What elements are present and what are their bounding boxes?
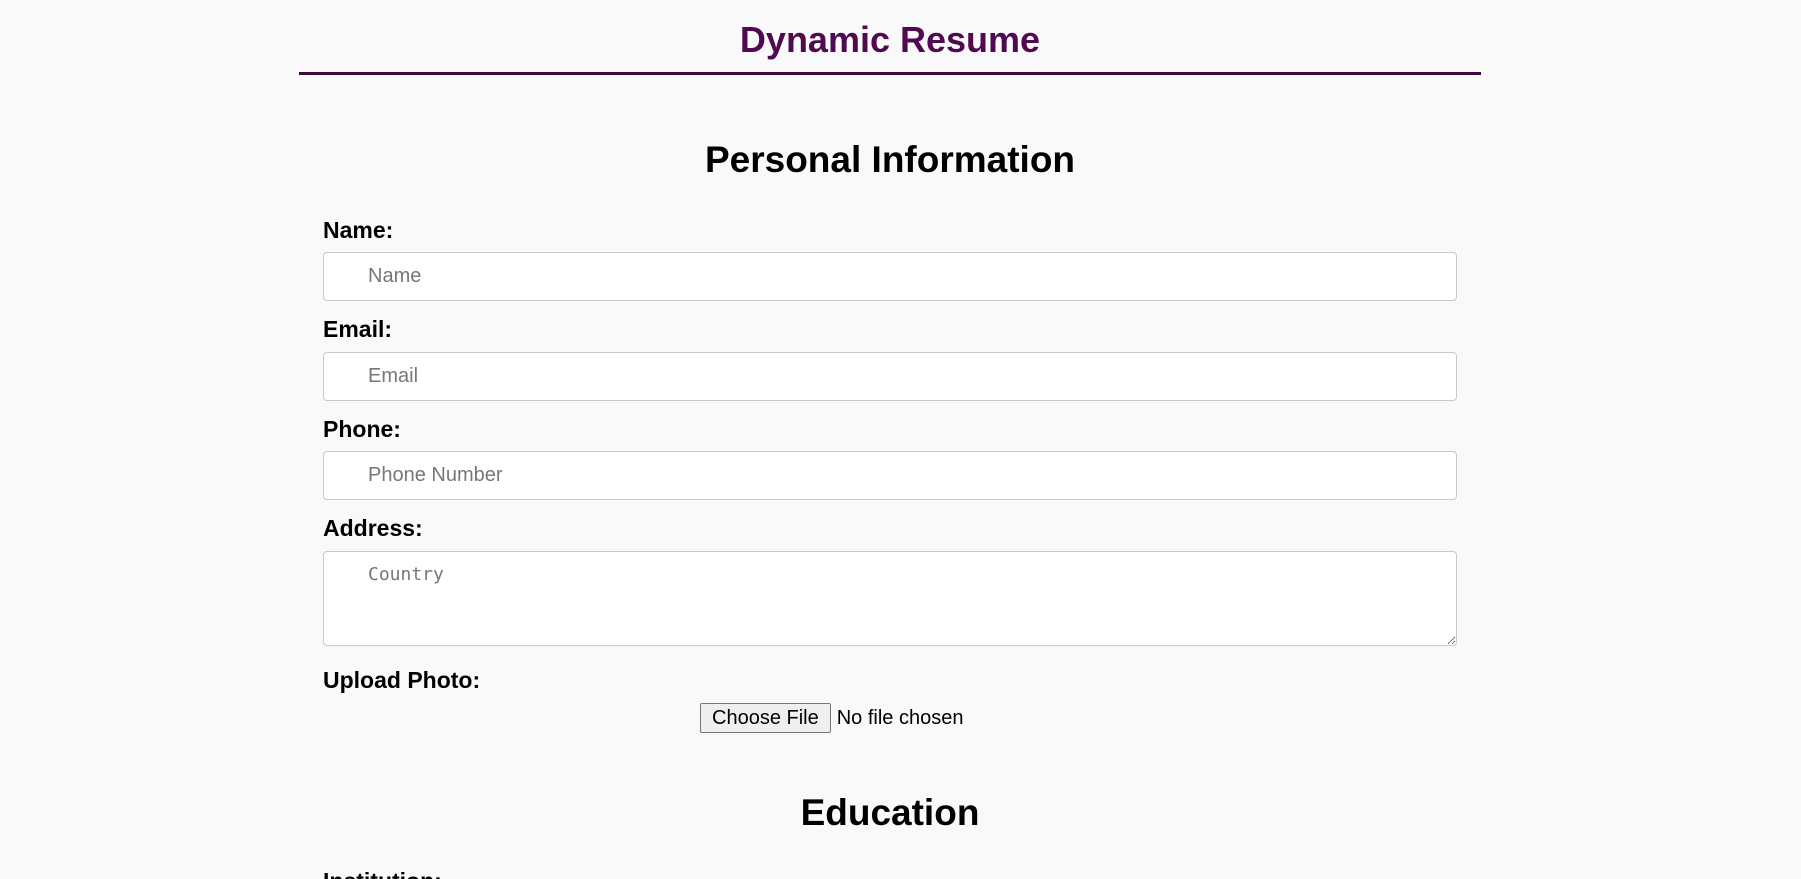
- education-heading: Education: [800, 792, 980, 833]
- file-status-text: No file chosen: [836, 707, 964, 729]
- email-input[interactable]: [323, 352, 1457, 401]
- address-textarea[interactable]: [323, 551, 1457, 646]
- page-title: Dynamic Resume: [739, 19, 1041, 60]
- phone-input[interactable]: [323, 451, 1457, 500]
- resume-page: Dynamic Resume Personal Information Name…: [0, 0, 1801, 879]
- institution-label: Institution:: [323, 867, 442, 879]
- upload-photo-label: Upload Photo:: [323, 667, 481, 693]
- choose-file-button[interactable]: Choose File: [700, 703, 831, 733]
- phone-label: Phone:: [323, 416, 401, 442]
- address-label: Address:: [323, 515, 423, 541]
- personal-information-heading: Personal Information: [704, 139, 1076, 180]
- page-header: Dynamic Resume: [299, 19, 1481, 75]
- photo-file-input[interactable]: Choose File No file chosen: [700, 703, 963, 733]
- name-label: Name:: [323, 217, 394, 243]
- email-label: Email:: [323, 316, 393, 342]
- name-input[interactable]: [323, 252, 1457, 301]
